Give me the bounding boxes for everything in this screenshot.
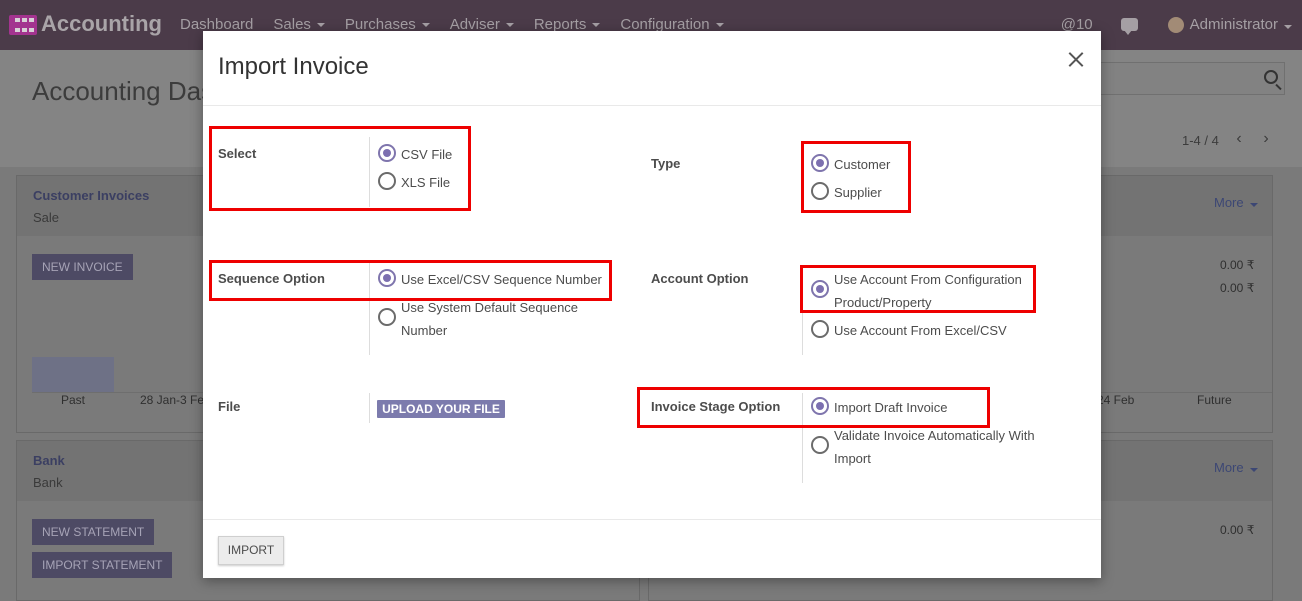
type-label: Type [651,156,681,171]
radio-button-icon[interactable] [811,436,829,454]
search-input[interactable] [1100,62,1285,95]
chevron-down-icon [1284,25,1292,29]
radio-button-icon[interactable] [811,320,829,338]
radio-validate-automatically[interactable]: Validate Invoice Automatically With Impo… [811,424,1056,470]
chevron-down-icon [715,22,724,27]
user-menu[interactable]: Administrator [1190,16,1292,33]
app-brand[interactable]: Accounting [41,11,162,37]
modal-footer: IMPORT [203,519,1101,578]
chat-icon[interactable] [1120,18,1138,35]
search-icon[interactable] [1264,70,1278,84]
more-dropdown[interactable]: More [1214,460,1258,475]
avatar[interactable] [1167,16,1184,33]
radio-label: Use System Default Sequence Number [401,300,579,338]
radio-account-excel[interactable]: Use Account From Excel/CSV [811,319,1007,342]
page-title: Accounting Das [32,76,215,106]
card-title[interactable]: Bank [33,453,65,468]
close-icon[interactable] [1068,51,1084,67]
graph-tick-label: Past [61,393,86,407]
amount-value: 0.00 ₹ [1220,281,1255,295]
graph-tick-label: 28 Jan-3 Fe [140,393,205,407]
radio-system-sequence[interactable]: Use System Default Sequence Number [378,296,608,342]
card-subtitle: Bank [33,475,63,490]
highlight-box [637,387,990,428]
pager-value: 1-4 / 4 [1182,133,1219,148]
chevron-down-icon [1249,468,1258,472]
new-invoice-button[interactable]: NEW INVOICE [32,254,133,280]
chevron-down-icon [1249,203,1258,207]
upload-file-button[interactable]: UPLOAD YOUR FILE [377,400,505,418]
chevron-down-icon [505,22,514,27]
highlight-box [209,126,471,211]
chevron-down-icon [316,22,325,27]
radio-label: Use Account From Excel/CSV [834,323,1007,338]
card-subtitle: Sale [33,210,60,225]
card-title[interactable]: Customer Invoices [33,188,149,203]
chevron-down-icon [592,22,601,27]
radio-label: Validate Invoice Automatically With Impo… [834,428,1035,466]
radio-button-icon[interactable] [378,308,396,326]
more-label: More [1214,195,1244,210]
import-invoice-dialog: Import Invoice Select CSV File XLS File … [203,31,1101,578]
import-button[interactable]: IMPORT [218,536,284,565]
graph-tick-label: 24 Feb [1097,393,1135,407]
apps-grid-icon[interactable] [9,15,37,35]
amount-value: 0.00 ₹ [1220,523,1255,537]
pager-next-button[interactable]: › [1254,130,1278,152]
highlight-box [800,265,1036,313]
highlight-box [209,260,612,301]
highlight-box [801,141,911,213]
graph-bar [32,357,114,392]
graph-tick-label: Future [1197,393,1232,407]
modal-title: Import Invoice [218,53,369,80]
more-dropdown[interactable]: More [1214,195,1258,210]
file-label: File [218,399,241,414]
import-statement-button[interactable]: IMPORT STATEMENT [32,552,173,578]
new-statement-button[interactable]: NEW STATEMENT [32,519,155,545]
account-option-label: Account Option [651,271,749,286]
user-name: Administrator [1189,16,1278,33]
chevron-down-icon [421,22,430,27]
field-divider [369,393,370,423]
amount-value: 0.00 ₹ [1220,258,1255,272]
more-label: More [1214,460,1244,475]
modal-header: Import Invoice [203,31,1101,106]
pager-previous-button[interactable]: ‹ [1227,130,1251,152]
